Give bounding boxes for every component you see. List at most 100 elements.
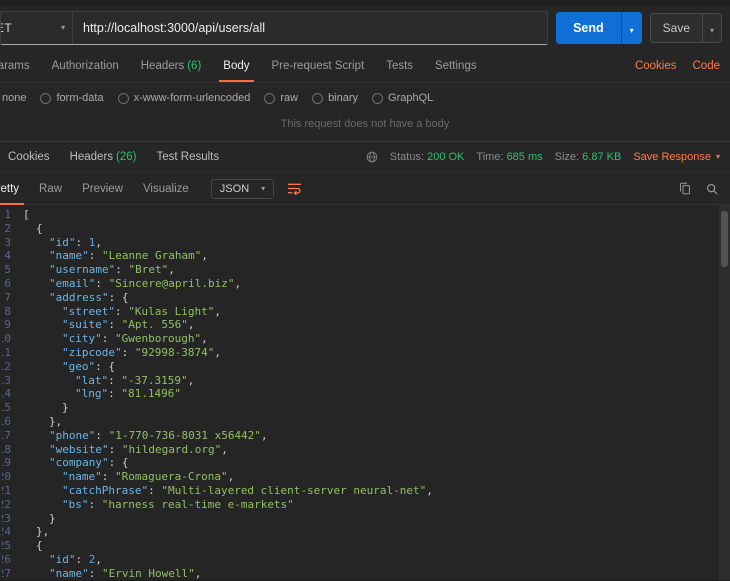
method-dropdown[interactable]: GET ▾	[1, 12, 73, 44]
line-number: 18	[2, 442, 11, 456]
tab-headers-label: Headers	[140, 60, 185, 72]
body-type-label: GraphQL	[388, 92, 434, 104]
copy-icon[interactable]	[679, 182, 691, 195]
request-links: Cookies Code	[635, 60, 720, 72]
code-line: "catchPhrase": "Multi-layered client-ser…	[62, 483, 433, 497]
code-line: "name": "Leanne Graham",	[49, 249, 208, 263]
code-line: "phone": "1-770-736-8031 x56442",	[49, 428, 268, 442]
body-type-form-data[interactable]: form-data	[40, 92, 104, 104]
status-value: 200 OK	[427, 151, 465, 163]
line-number: 22	[2, 497, 11, 511]
save-button[interactable]: Save	[649, 13, 702, 43]
response-tab-test-results[interactable]: Test Results	[156, 151, 219, 163]
chevron-down-icon: ▾	[60, 23, 65, 32]
code-line: }	[62, 401, 69, 415]
code-line: "city": "Gwenborough",	[62, 332, 208, 346]
line-number: 26	[2, 552, 11, 566]
tab-params[interactable]: Params	[0, 51, 41, 81]
search-icon[interactable]	[706, 183, 718, 195]
body-type-label: none	[2, 92, 27, 104]
view-tab-raw[interactable]: Raw	[29, 174, 72, 204]
code-gutter: 1234567891011121314151617181920212223242…	[2, 208, 11, 580]
tab-prerequest-script[interactable]: Pre-request Script	[261, 51, 376, 81]
method-label: GET	[1, 21, 13, 35]
tab-body[interactable]: Body	[212, 51, 260, 82]
response-headers-count-badge: (26)	[116, 151, 137, 163]
scrollbar-thumb[interactable]	[721, 211, 728, 267]
code-line: "lng": "81.1496"	[75, 387, 181, 401]
view-tab-pretty[interactable]: Pretty	[0, 174, 29, 205]
line-number: 11	[2, 345, 11, 359]
response-tab-headers[interactable]: Headers (26)	[70, 151, 137, 163]
code-line: "id": 1,	[49, 235, 102, 249]
send-button[interactable]: Send	[556, 12, 621, 44]
scrollbar[interactable]	[719, 205, 730, 580]
body-type-graphql[interactable]: GraphQL	[372, 92, 433, 104]
code-line: }	[49, 511, 56, 525]
line-number: 13	[2, 373, 11, 387]
code-line: {	[36, 539, 43, 553]
code-line: "address": {	[49, 290, 129, 304]
code-line: [	[23, 208, 30, 221]
response-toolbar: Pretty Raw Preview Visualize JSON ▾	[0, 172, 730, 205]
response-tab-cookies[interactable]: Cookies	[8, 151, 50, 163]
response-meta-bar: Cookies Headers (26) Test Results Status:…	[0, 142, 730, 172]
size-label: Size:	[554, 151, 580, 163]
toolbar-right-icons	[679, 182, 718, 195]
chevron-down-icon: ▾	[261, 183, 266, 193]
view-tab-visualize[interactable]: Visualize	[133, 174, 199, 204]
network-icon[interactable]	[366, 151, 378, 163]
body-type-none[interactable]: none	[0, 92, 26, 104]
body-type-binary[interactable]: binary	[312, 92, 358, 104]
response-metrics: Status: 200 OK Time: 685 ms Size: 6.87 K…	[366, 151, 720, 163]
line-number: 3	[4, 235, 11, 249]
code-lines: [ { "id": 1, "name": "Leanne Graham", "usern…	[11, 208, 730, 580]
size-value: 6.87 KB	[582, 151, 622, 163]
cookies-link[interactable]: Cookies	[635, 60, 677, 72]
response-tabs: Cookies Headers (26) Test Results	[8, 151, 219, 163]
code-line: },	[49, 414, 63, 428]
code-link[interactable]: Code	[693, 60, 721, 72]
tab-authorization[interactable]: Authorization	[41, 51, 130, 81]
code-line: },	[36, 525, 50, 539]
code-line: "suite": "Apt. 556",	[62, 318, 195, 332]
url-input[interactable]: http://localhost:3000/api/users/all	[73, 12, 547, 44]
headers-count-badge: (6)	[187, 60, 202, 72]
save-button-group: Save ▾	[649, 13, 722, 43]
body-type-label: raw	[280, 92, 299, 104]
size-badge: Size: 6.87 KB	[555, 151, 622, 163]
code-line: "website": "hildegard.org",	[49, 442, 228, 456]
tab-settings[interactable]: Settings	[424, 51, 488, 81]
response-body-viewer[interactable]: 1234567891011121314151617181920212223242…	[0, 205, 730, 580]
code-line: "email": "Sincere@april.biz",	[49, 276, 242, 290]
send-button-group: Send ▾	[556, 12, 642, 44]
code-line: "username": "Bret",	[49, 263, 175, 277]
save-dropdown[interactable]: ▾	[702, 13, 722, 43]
line-number: 23	[2, 511, 11, 525]
wrap-lines-icon[interactable]	[287, 182, 302, 195]
code-line: "id": 2,	[49, 552, 102, 566]
line-number: 25	[2, 539, 11, 553]
body-type-urlencoded[interactable]: x-www-form-urlencoded	[117, 92, 250, 104]
code-line: "lat": "-37.3159",	[75, 373, 195, 387]
view-tab-preview[interactable]: Preview	[72, 174, 133, 204]
line-number: 27	[2, 566, 11, 580]
save-response-label: Save Response	[633, 151, 711, 163]
radio-icon	[264, 92, 276, 104]
chevron-down-icon: ▾	[709, 25, 714, 35]
send-dropdown[interactable]: ▾	[620, 12, 642, 44]
tab-tests[interactable]: Tests	[375, 51, 424, 81]
tab-headers[interactable]: Headers (6)	[130, 51, 213, 81]
line-number: 4	[4, 249, 11, 263]
line-number: 16	[2, 414, 11, 428]
radio-icon	[312, 92, 324, 104]
body-type-raw[interactable]: raw	[264, 92, 298, 104]
radio-icon	[40, 92, 52, 104]
line-number: 10	[2, 332, 11, 346]
chevron-down-icon: ▾	[629, 25, 634, 35]
format-dropdown[interactable]: JSON ▾	[210, 178, 275, 199]
line-number: 12	[2, 359, 11, 373]
save-response-button[interactable]: Save Response ▾	[633, 151, 720, 163]
empty-body-message: This request does not have a body	[280, 118, 450, 130]
status-badge: Status: 200 OK	[390, 151, 465, 163]
